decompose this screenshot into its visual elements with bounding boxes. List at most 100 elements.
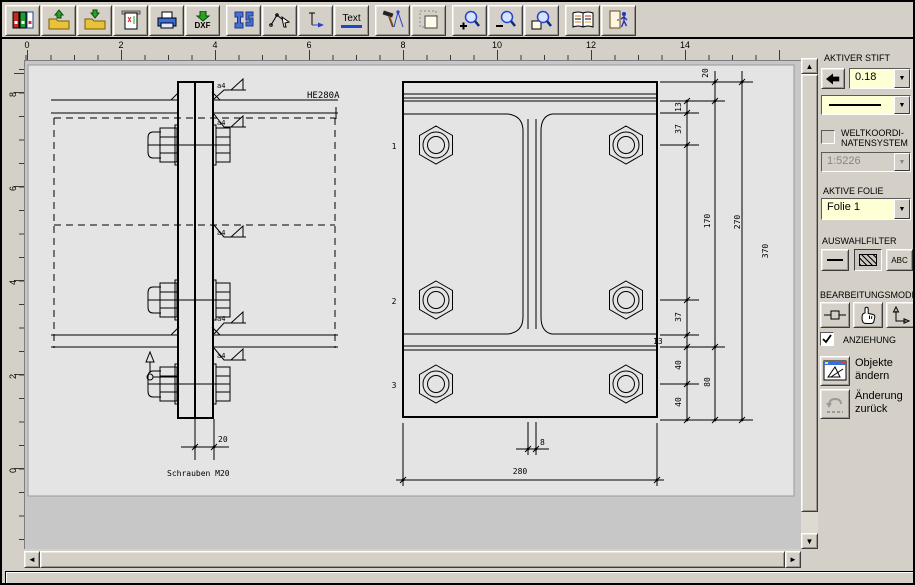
hruler-label: 10	[490, 40, 504, 50]
vertical-ruler: 8 6 4 2 0	[2, 60, 24, 549]
horizontal-scrollbar[interactable]: ◄ ►	[24, 551, 801, 568]
open-drawing-button[interactable]	[41, 5, 76, 36]
aenderung-zurueck-button[interactable]	[820, 389, 850, 419]
pen-width-combo[interactable]: 0.18 ▼	[849, 68, 911, 89]
plate-dim-label: 20	[218, 435, 228, 444]
scroll-right-button[interactable]: ►	[785, 551, 801, 568]
page-format-button[interactable]	[411, 5, 446, 36]
hruler-label: 12	[584, 40, 598, 50]
save-drawing-button[interactable]	[77, 5, 112, 36]
hruler-label: 4	[208, 40, 222, 50]
line-style-value	[822, 96, 894, 114]
width-dim-label: 280	[513, 467, 528, 476]
zoom-out-button[interactable]	[488, 5, 523, 36]
scale-combo: 1:5226 ▼	[821, 152, 911, 172]
vruler-label: 0	[8, 463, 18, 473]
pen-width-dropdown-icon[interactable]: ▼	[894, 69, 910, 88]
pen-width-value: 0.18	[850, 69, 894, 88]
text-tool-button[interactable]: Text	[334, 5, 369, 36]
hand-icon	[857, 305, 879, 325]
check-icon	[822, 334, 832, 344]
steel-profile-icon	[232, 9, 256, 31]
hruler-label: 14	[678, 40, 692, 50]
mode-coordinate-button[interactable]	[886, 302, 915, 328]
anziehung-checkbox[interactable]	[820, 332, 834, 346]
weld-label: a4	[217, 82, 225, 90]
weltkoordinatensystem-label: WELTKOORDI- NATENSYSTEM	[841, 128, 908, 148]
chain-dim-label: 37	[674, 312, 683, 322]
folie-dropdown-icon[interactable]: ▼	[894, 199, 910, 219]
vertical-scrollbar[interactable]: ▲ ▼	[801, 58, 818, 549]
total-dim-label: 370	[761, 244, 770, 259]
book-icon	[571, 9, 595, 31]
zoom-in-icon	[458, 9, 482, 31]
aktive-folie-label: AKTIVE FOLIE	[823, 186, 884, 196]
row-label: 2	[392, 297, 397, 306]
file-manager-button[interactable]	[5, 5, 40, 36]
filter-text-button[interactable]: ABC	[886, 249, 913, 271]
main-toolbar: DXF Text	[2, 3, 913, 37]
line-filter-icon	[825, 255, 845, 265]
flange-dim-label: 13	[653, 337, 663, 346]
horizontal-ruler: 0 2 4 6 8 10 12 14	[24, 39, 801, 60]
dimension-icon	[304, 9, 328, 31]
zoom-out-icon	[494, 9, 518, 31]
plotter-icon	[119, 9, 143, 31]
draw-element-button[interactable]	[262, 5, 297, 36]
plot-button[interactable]	[113, 5, 148, 36]
chain-dim-label: 80	[703, 377, 712, 387]
vruler-label: 6	[8, 181, 18, 191]
dxf-arrow-icon	[191, 11, 215, 22]
solid-line-icon	[827, 98, 883, 110]
scroll-up-button[interactable]: ▲	[801, 58, 818, 74]
weld-label: a4	[217, 315, 225, 323]
exit-button[interactable]	[601, 5, 636, 36]
drawing-canvas[interactable]: HE280A a4 a4 a4 a4 a4 20 Schrauben M20	[24, 60, 801, 549]
dxf-export-button[interactable]: DXF	[185, 5, 220, 36]
profiles-button[interactable]	[226, 5, 261, 36]
caption: Schrauben M20	[167, 469, 230, 478]
scale-dropdown-icon: ▼	[894, 153, 910, 171]
hammer-compass-icon	[381, 9, 405, 31]
vertical-scroll-thumb[interactable]	[801, 74, 818, 512]
line-style-combo[interactable]: ▼	[821, 95, 911, 115]
mode-grab-button[interactable]	[853, 302, 883, 328]
drawing-svg: HE280A a4 a4 a4 a4 a4 20 Schrauben M20	[25, 61, 802, 550]
print-button[interactable]	[149, 5, 184, 36]
horizontal-scroll-thumb[interactable]	[40, 551, 785, 568]
zoom-window-icon	[530, 9, 554, 31]
printer-icon	[155, 9, 179, 31]
row-label: 1	[392, 142, 397, 151]
manual-button[interactable]	[565, 5, 600, 36]
zoom-in-button[interactable]	[452, 5, 487, 36]
vruler-major-ticks	[14, 60, 24, 549]
hruler-label: 0	[20, 40, 34, 50]
scroll-down-button[interactable]: ▼	[801, 533, 818, 549]
folie-value: Folie 1	[822, 199, 894, 219]
anziehung-label: ANZIEHUNG	[843, 335, 896, 345]
modify-objects-icon	[823, 360, 847, 382]
weltkoordinatensystem-checkbox[interactable]	[821, 130, 835, 144]
mode-element-button[interactable]	[820, 302, 850, 328]
status-bar	[5, 571, 914, 584]
dimension-button[interactable]	[298, 5, 333, 36]
axis-icon	[890, 305, 912, 325]
chain-dim-label: 170	[703, 214, 712, 229]
bearbeitungsmodi-label: BEARBEITUNGSMODI	[820, 290, 914, 300]
chain-dim-label: 270	[733, 215, 742, 230]
filter-hatch-button[interactable]	[854, 249, 882, 271]
tools-button[interactable]	[375, 5, 410, 36]
filter-lines-button[interactable]	[821, 249, 849, 271]
zoom-window-button[interactable]	[524, 5, 559, 36]
scroll-left-button[interactable]: ◄	[24, 551, 40, 568]
line-style-dropdown-icon[interactable]: ▼	[894, 96, 910, 114]
text-tool-label: Text	[341, 14, 361, 26]
objekte-aendern-button[interactable]	[820, 356, 850, 386]
pen-back-button[interactable]	[821, 68, 845, 89]
scale-value: 1:5226	[822, 153, 894, 171]
folie-combo[interactable]: Folie 1 ▼	[821, 198, 911, 220]
chain-dim-label: 40	[674, 360, 683, 370]
hatch-filter-icon	[859, 254, 877, 266]
back-arrow-icon	[824, 72, 842, 86]
folder-up-icon	[47, 9, 71, 31]
